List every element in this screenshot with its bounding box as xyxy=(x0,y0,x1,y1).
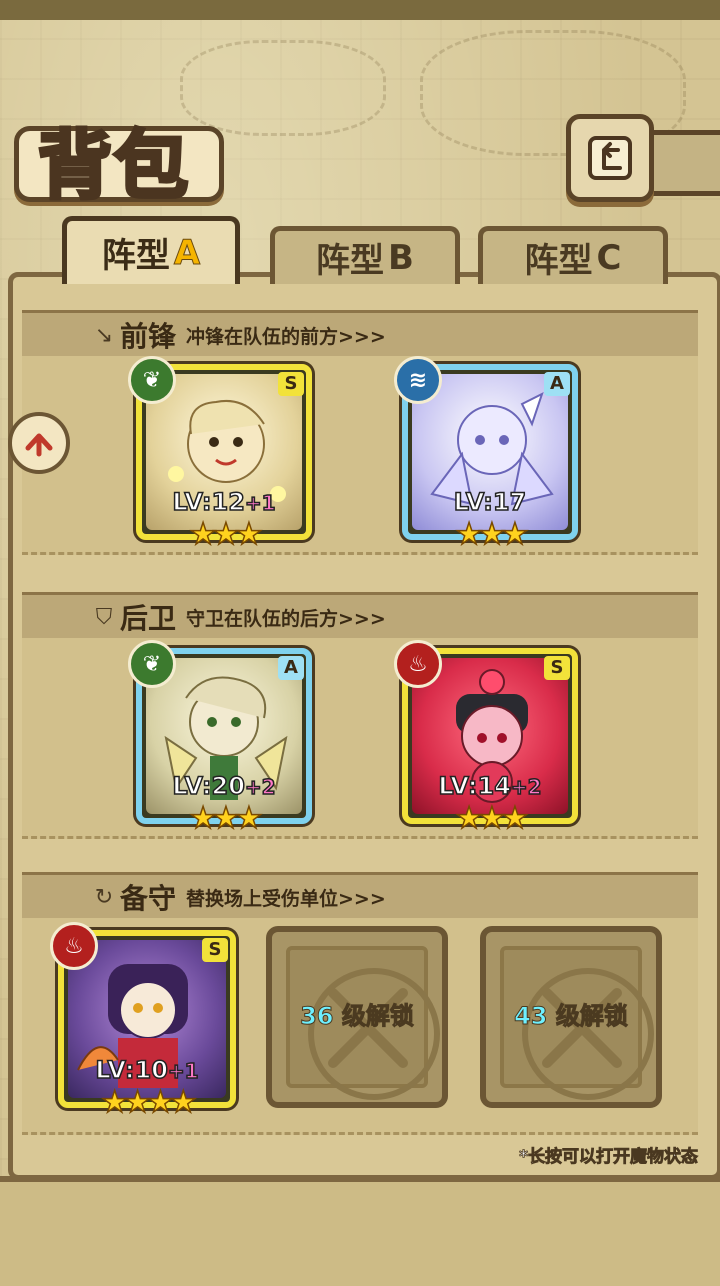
tab-suffix: C xyxy=(596,237,622,278)
monster-card[interactable]: A ≋ LV:17 ★★★ xyxy=(394,356,578,553)
level-value: LV:14 xyxy=(438,771,512,801)
tab-formation-c[interactable]: 阵型 C xyxy=(478,226,668,284)
monster-card[interactable]: A ❦ LV:20+2 ★★★ xyxy=(128,640,312,837)
section-title: 后卫 xyxy=(120,602,177,635)
star-rating: ★★★★ xyxy=(100,1084,197,1121)
monster-card[interactable]: S ♨ LV:14+2 ★★★ xyxy=(394,640,578,837)
leaf-element-icon: ❦ xyxy=(128,640,176,688)
water-element-icon: ≋ xyxy=(394,356,442,404)
level-value: LV:10 xyxy=(95,1055,169,1085)
section-desc: 冲锋在队伍的前方>>> xyxy=(186,325,386,348)
unlock-level: 43 xyxy=(514,1002,548,1031)
section-front-header: ↘ 前锋 冲锋在队伍的前方>>> xyxy=(22,310,698,360)
level-label: LV:14+2 xyxy=(408,771,572,801)
monster-card[interactable]: S ❦ LV:12+1 ★★★ xyxy=(128,356,312,553)
back-button[interactable] xyxy=(566,114,654,202)
unlock-level: 36 xyxy=(300,1002,334,1031)
section-reserve-header: ↻ 备守 替换场上受伤单位>>> xyxy=(22,872,698,922)
tab-label: 阵型 xyxy=(524,241,593,281)
level-bonus: +2 xyxy=(244,774,276,800)
level-label: LV:20+2 xyxy=(142,771,306,801)
section-desc: 替换场上受伤单位>>> xyxy=(186,887,386,910)
rank-badge: S xyxy=(544,656,570,680)
shield-icon: ⛉ xyxy=(95,604,113,630)
level-bonus: +1 xyxy=(167,1058,199,1084)
map-coastline xyxy=(180,40,386,136)
level-bonus: +1 xyxy=(244,490,276,516)
level-value: LV:12 xyxy=(172,487,246,517)
level-value: LV:20 xyxy=(172,771,246,801)
star-rating: ★★★ xyxy=(455,800,529,837)
star-rating: ★★★ xyxy=(455,516,529,553)
swap-icon: ↻ xyxy=(94,884,114,910)
front-row xyxy=(22,356,698,555)
section-desc: 守卫在队伍的后方>>> xyxy=(186,607,386,630)
rank-badge: S xyxy=(278,372,304,396)
level-label: LV:10+1 xyxy=(64,1055,230,1085)
fire-element-icon: ♨ xyxy=(394,640,442,688)
rank-badge: A xyxy=(544,372,570,396)
rank-badge: S xyxy=(202,938,228,962)
tab-formation-a[interactable]: 阵型 A xyxy=(62,216,240,284)
tab-formation-b[interactable]: 阵型 B xyxy=(270,226,460,284)
level-label: LV:17 xyxy=(408,487,572,517)
unlock-label: 级解锁 xyxy=(341,1002,414,1031)
star-rating: ★★★ xyxy=(189,800,263,837)
leaf-element-icon: ❦ xyxy=(128,356,176,404)
star-rating: ★★★ xyxy=(189,516,263,553)
side-toggle-button[interactable] xyxy=(8,412,70,474)
x-lock-icon xyxy=(308,968,440,1100)
unlock-label: 级解锁 xyxy=(555,1002,628,1031)
tab-suffix: B xyxy=(388,237,414,278)
tab-suffix: A xyxy=(173,232,201,273)
section-title: 备守 xyxy=(120,882,177,915)
locked-slot[interactable]: 36 级解锁 xyxy=(266,926,448,1108)
page-title: 背包 xyxy=(36,121,190,211)
back-row xyxy=(22,638,698,839)
return-arrow-icon xyxy=(588,136,632,180)
sword-icon: ↘ xyxy=(94,322,114,348)
tab-label: 阵型 xyxy=(101,236,170,276)
section-back-header: ⛉ 后卫 守卫在队伍的后方>>> xyxy=(22,592,698,642)
locked-slot[interactable]: 43 级解锁 xyxy=(480,926,662,1108)
monster-card[interactable]: S ♨ LV:10+1 ★★★★ xyxy=(50,922,236,1121)
section-title: 前锋 xyxy=(120,320,177,353)
level-value: LV:17 xyxy=(453,487,527,517)
formation-tabs: 阵型 A 阵型 B 阵型 C xyxy=(12,216,708,284)
fire-element-icon: ♨ xyxy=(50,922,98,970)
tab-label: 阵型 xyxy=(316,241,385,281)
level-label: LV:12+1 xyxy=(142,487,306,517)
arrow-up-icon xyxy=(25,433,53,457)
long-press-hint: *长按可以打开魔物状态 xyxy=(519,1147,699,1168)
unlock-level-text: 43 级解锁 xyxy=(486,996,656,1031)
x-lock-icon xyxy=(522,968,654,1100)
top-frame xyxy=(0,0,720,20)
rank-badge: A xyxy=(278,656,304,680)
unlock-level-text: 36 级解锁 xyxy=(272,996,442,1031)
bottom-frame xyxy=(0,1176,720,1286)
level-bonus: +2 xyxy=(510,774,542,800)
